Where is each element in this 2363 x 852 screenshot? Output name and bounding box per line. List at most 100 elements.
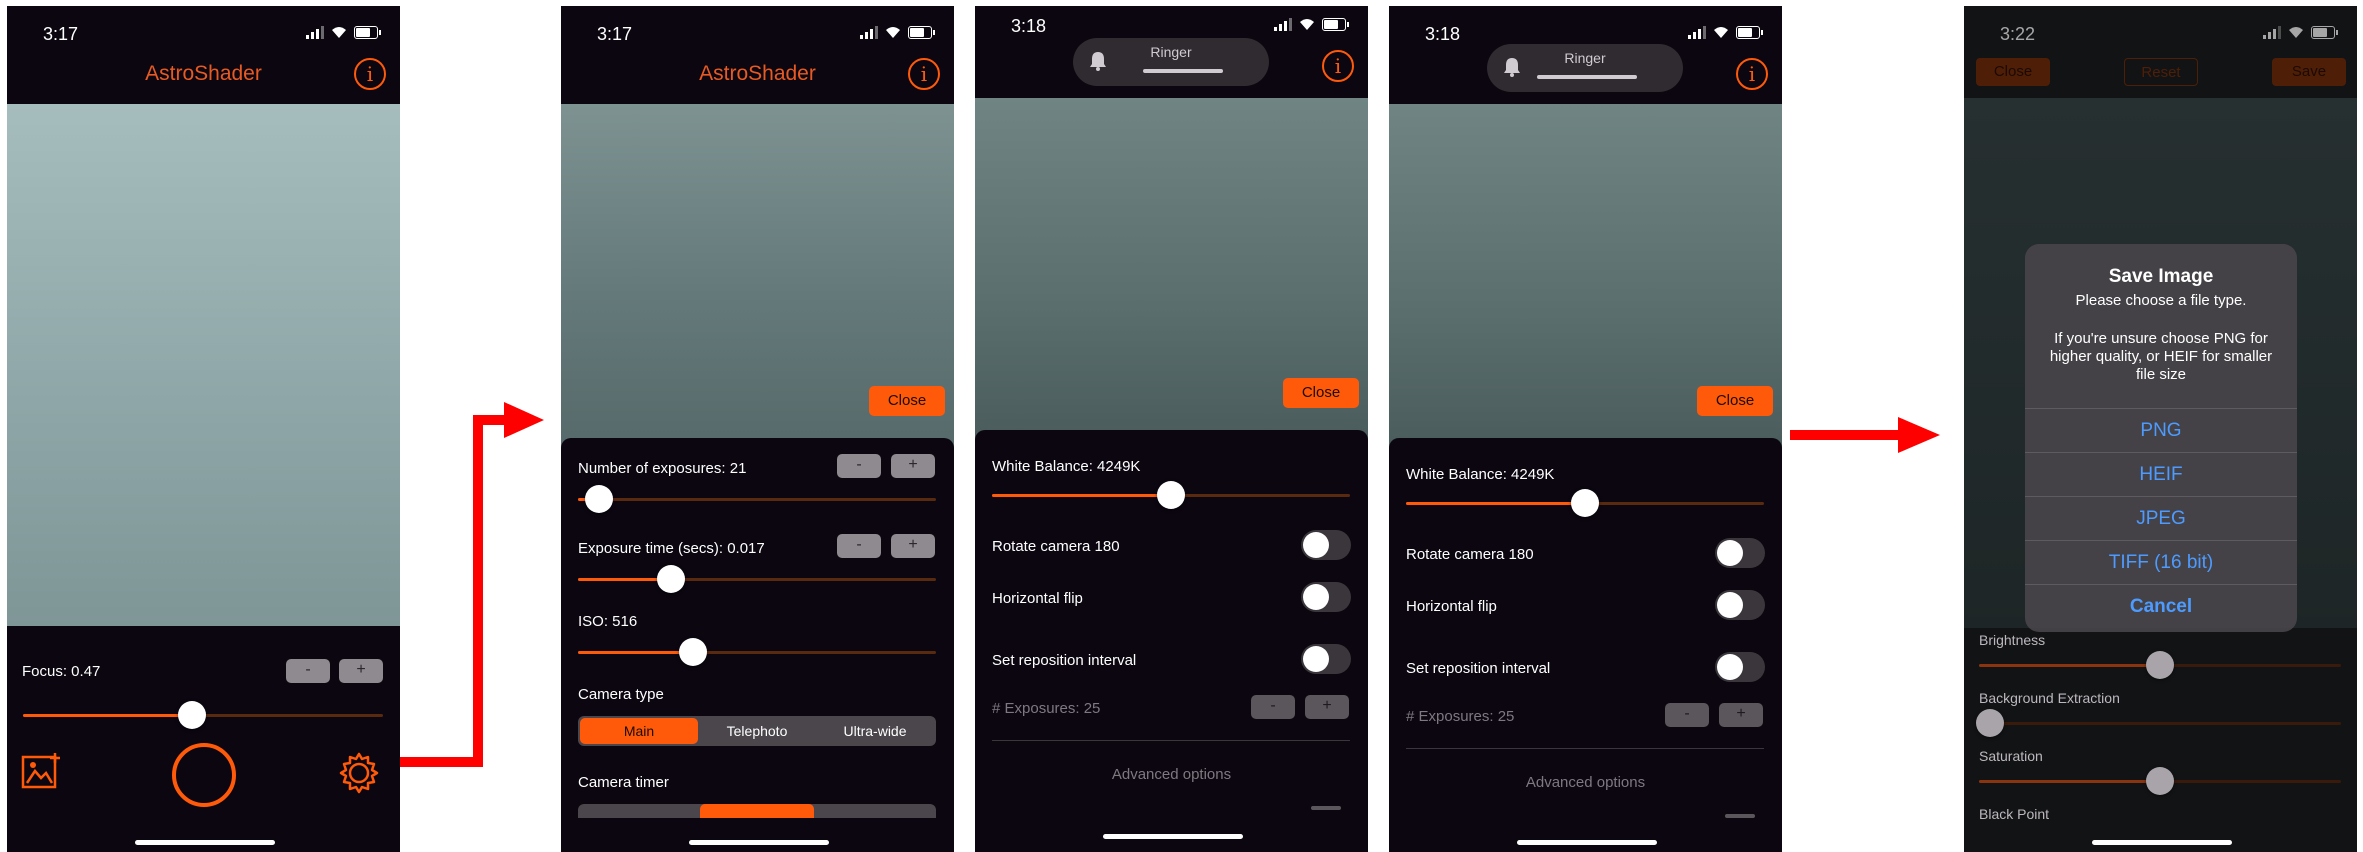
background-extraction-slider-thumb[interactable]: [1975, 709, 2004, 737]
reposition-toggle[interactable]: [1715, 652, 1765, 682]
home-indicator: [1103, 834, 1243, 839]
iso-slider[interactable]: [578, 638, 936, 666]
camera-type-main[interactable]: Main: [580, 718, 698, 744]
saturation-slider-thumb[interactable]: [2146, 767, 2174, 795]
info-icon[interactable]: i: [1322, 50, 1354, 82]
tiff-option[interactable]: TIFF (16 bit): [2025, 540, 2297, 585]
white-balance-slider-fill: [992, 494, 1171, 497]
reposition-toggle[interactable]: [1301, 644, 1351, 674]
iso-slider-fill: [578, 651, 693, 654]
brightness-label: Brightness: [1979, 632, 2046, 648]
exposure-time-plus-button[interactable]: +: [891, 534, 935, 558]
rotate-label: Rotate camera 180: [992, 538, 1120, 555]
camera-timer-segmented-control[interactable]: [578, 804, 936, 818]
status-time: 3:18: [1425, 24, 1461, 44]
home-indicator: [689, 840, 829, 845]
divider: [1406, 748, 1764, 749]
white-balance-slider-thumb[interactable]: [1157, 481, 1185, 509]
hflip-toggle[interactable]: [1715, 590, 1765, 620]
status-time: 3:17: [597, 24, 633, 44]
status-bar: 3:18: [1389, 6, 1782, 46]
exposures-minus-button[interactable]: -: [1251, 695, 1295, 719]
hflip-label: Horizontal flip: [992, 590, 1083, 607]
close-button[interactable]: Close: [869, 386, 945, 416]
exposures-plus-button[interactable]: +: [891, 454, 935, 478]
saturation-slider[interactable]: [1979, 767, 2341, 795]
close-button[interactable]: Close: [1283, 378, 1359, 408]
home-indicator: [1517, 840, 1657, 845]
info-icon[interactable]: i: [354, 58, 386, 90]
battery-icon: [1736, 25, 1763, 39]
png-option[interactable]: PNG: [2025, 408, 2297, 453]
camera-type-telephoto[interactable]: Telephoto: [698, 718, 816, 744]
rotate-toggle[interactable]: [1301, 530, 1351, 560]
ringer-label: Ringer: [1564, 50, 1606, 66]
ringer-label: Ringer: [1150, 44, 1192, 60]
battery-icon: [908, 25, 935, 39]
wifi-icon: [332, 27, 346, 38]
advanced-options-label[interactable]: Advanced options: [975, 766, 1368, 783]
shutter-button[interactable]: [172, 743, 236, 807]
exposure-time-slider[interactable]: [578, 565, 936, 593]
gallery-icon[interactable]: [21, 751, 61, 791]
status-icons: [1274, 16, 1349, 32]
jpeg-option[interactable]: JPEG: [2025, 496, 2297, 541]
exposures-minus-button[interactable]: -: [1665, 703, 1709, 727]
black-point-label: Black Point: [1979, 806, 2050, 822]
settings-panel: White Balance: 4249K Rotate camera 180 H…: [975, 430, 1368, 852]
settings-panel: White Balance: 4249K Rotate camera 180 H…: [1389, 438, 1782, 852]
focus-plus-button[interactable]: +: [339, 659, 383, 683]
app-title: AstroShader: [699, 62, 816, 85]
ringer-level-bar: [1143, 69, 1223, 73]
screen-3-white-balance: 3:18 Ringer i Close White Balance: 4249K…: [975, 6, 1368, 852]
settings-icon[interactable]: [337, 751, 381, 795]
exposures-minus-button[interactable]: -: [837, 454, 881, 478]
focus-slider-thumb[interactable]: [178, 701, 207, 729]
exposures-count-label: # Exposures: 25: [1406, 708, 1515, 725]
app-title: AstroShader: [145, 62, 262, 85]
wifi-icon: [1714, 27, 1728, 38]
white-balance-label: White Balance: 4249K: [1406, 466, 1555, 483]
reposition-label: Set reposition interval: [1406, 660, 1551, 677]
camera-type-ultra-wide[interactable]: Ultra-wide: [816, 718, 934, 744]
brightness-slider[interactable]: [1979, 651, 2341, 679]
dialog-subtitle: Please choose a file type.: [2075, 292, 2247, 309]
info-icon[interactable]: i: [1736, 58, 1768, 90]
battery-icon: [1322, 17, 1349, 31]
iso-label: ISO: 516: [578, 613, 638, 630]
focus-minus-button[interactable]: -: [286, 659, 330, 683]
save-image-dialog: Save Image Please choose a file type. If…: [2025, 244, 2297, 632]
exposures-plus-button[interactable]: +: [1719, 703, 1763, 727]
ringer-level-bar: [1537, 75, 1637, 79]
exposures-plus-button[interactable]: +: [1305, 695, 1349, 719]
white-balance-slider-thumb[interactable]: [1571, 489, 1599, 517]
advanced-options-label[interactable]: Advanced options: [1389, 774, 1782, 791]
white-balance-slider[interactable]: [992, 481, 1350, 509]
cancel-button[interactable]: Cancel: [2025, 584, 2297, 629]
flow-arrow-2: [1790, 417, 1940, 453]
iso-slider-thumb[interactable]: [678, 638, 707, 666]
close-button[interactable]: Close: [1697, 386, 1773, 416]
camera-type-segmented-control: Main Telephoto Ultra-wide: [578, 716, 936, 746]
focus-slider-fill: [23, 714, 193, 717]
brightness-slider-thumb[interactable]: [2146, 651, 2174, 679]
camera-preview: [7, 104, 400, 626]
dialog-message-line-3: file size: [2135, 366, 2187, 383]
focus-slider[interactable]: [23, 701, 383, 729]
heif-option[interactable]: HEIF: [2025, 452, 2297, 497]
signal-icon: [1274, 17, 1292, 31]
info-icon[interactable]: i: [908, 58, 940, 90]
exposure-time-minus-button[interactable]: -: [837, 534, 881, 558]
background-extraction-slider[interactable]: [1975, 709, 2341, 737]
flow-arrow-1: [398, 402, 544, 767]
exposures-slider-thumb[interactable]: [585, 485, 614, 513]
exposure-time-slider-thumb[interactable]: [657, 565, 686, 593]
exposures-slider[interactable]: [578, 485, 936, 513]
divider: [992, 740, 1350, 741]
home-indicator: [2092, 840, 2232, 845]
rotate-toggle[interactable]: [1715, 538, 1765, 568]
camera-type-label: Camera type: [578, 686, 664, 703]
white-balance-slider[interactable]: [1406, 489, 1764, 517]
settings-panel: Number of exposures: 21 - + Exposure tim…: [561, 438, 954, 852]
hflip-toggle[interactable]: [1301, 582, 1351, 612]
